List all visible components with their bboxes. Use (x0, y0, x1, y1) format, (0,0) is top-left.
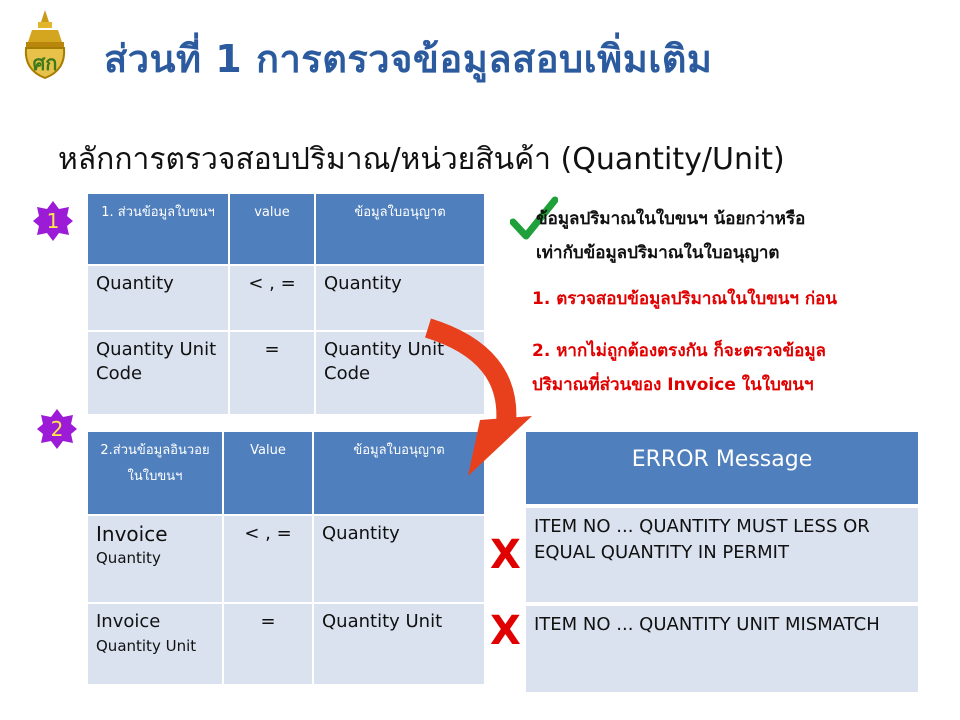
table1-cell: < , = (228, 264, 316, 332)
badge-number: 1 (46, 209, 60, 233)
table1-cell: Quantity (86, 264, 230, 332)
table1-cell: Quantity Unit Code (86, 330, 230, 416)
page-title: ส่วนที่ 1 การตรวจข้อมูลสอบเพิ่มเติม (104, 37, 713, 81)
rule-note-line: ข้อมูลปริมาณในใบขนฯ น้อยกว่าหรือ (536, 209, 806, 229)
rule-note-line: เท่ากับข้อมูลปริมาณในใบอนุญาต (536, 243, 780, 263)
rule-note: ข้อมูลปริมาณในใบขนฯ น้อยกว่าหรือ เท่ากับ… (536, 202, 805, 270)
curved-arrow-icon (420, 316, 540, 496)
cell-sub-text: Quantity (96, 549, 161, 567)
svg-text:ศก: ศก (33, 51, 58, 75)
table2-cell: Quantity Unit (312, 602, 486, 686)
error-message-header: ERROR Message (526, 432, 918, 504)
cell-main-text: Invoice (96, 611, 161, 632)
error-x-mark: X (490, 532, 521, 578)
table2-cell: Invoice Quantity (86, 514, 224, 604)
step-2-note: 2. หากไม่ถูกต้องตรงกัน ก็จะตรวจข้อมูล ปร… (532, 334, 826, 402)
table2-cell: < , = (222, 514, 314, 604)
table1-header-permit: ข้อมูลใบอนุญาต (314, 192, 486, 266)
table1-header-field: 1. ส่วนข้อมูลใบขนฯ (86, 192, 230, 266)
section-subtitle: หลักการตรวจสอบปริมาณ/หน่วยสินค้า (Quanti… (58, 142, 785, 177)
step-2-note-line: ปริมาณที่ส่วนของ Invoice ในใบขนฯ (532, 375, 814, 395)
customs-emblem-icon: ศก (18, 8, 72, 82)
table2-cell: Invoice Quantity Unit (86, 602, 224, 686)
error-message-row: ITEM NO ... QUANTITY UNIT MISMATCH (526, 606, 918, 692)
badge-number: 2 (50, 417, 64, 441)
table1-cell: = (228, 330, 316, 416)
table2-cell: Quantity (312, 514, 486, 604)
step-2-note-line: 2. หากไม่ถูกต้องตรงกัน ก็จะตรวจข้อมูล (532, 341, 826, 361)
step-badge-2: 2 (36, 408, 78, 450)
table1-header-value: value (228, 192, 316, 266)
step-1-note: 1. ตรวจสอบข้อมูลปริมาณในใบขนฯ ก่อน (532, 289, 838, 309)
error-x-mark: X (490, 608, 521, 654)
error-message-row: ITEM NO ... QUANTITY MUST LESS OR EQUAL … (526, 508, 918, 602)
cell-sub-text: Quantity Unit (96, 637, 197, 655)
cell-main-text: Invoice (96, 522, 168, 546)
table2-cell: = (222, 602, 314, 686)
step-badge-1: 1 (32, 200, 74, 242)
table2-header-field: 2.ส่วนข้อมูลอินวอยในใบขนฯ (86, 430, 224, 516)
table2-header-value: Value (222, 430, 314, 516)
